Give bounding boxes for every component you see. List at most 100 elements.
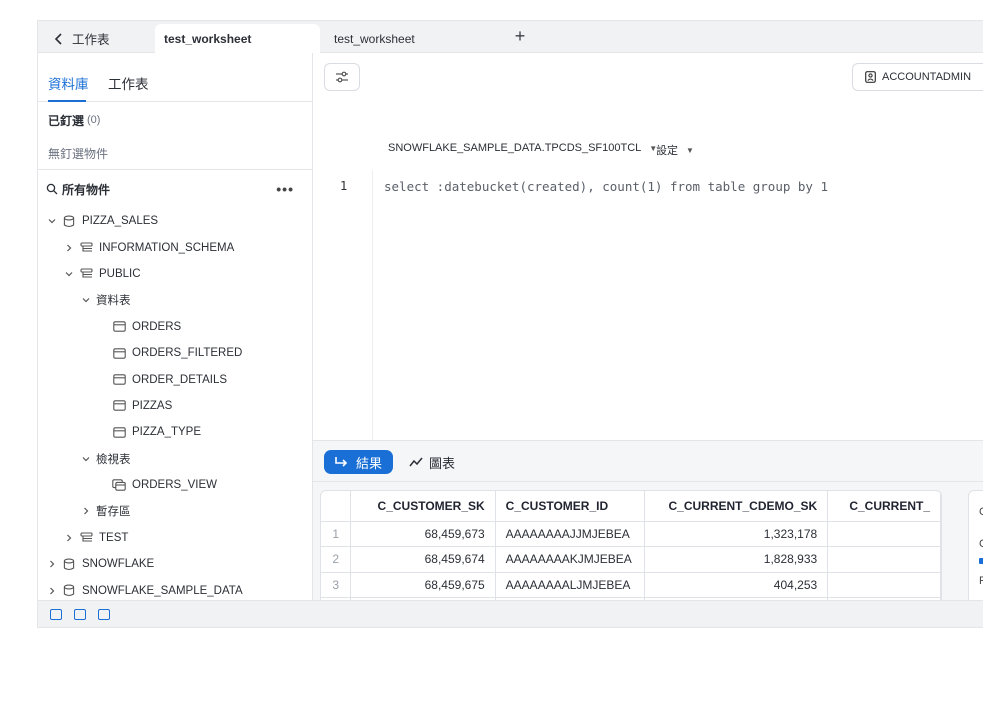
- toggle-results-icon[interactable]: [98, 609, 110, 620]
- sql-editor-panel: ACCOUNTADMIN ▼ SNOWFLAKE_SAMPLE_DATA.TPC…: [313, 53, 983, 612]
- index-column-header: [321, 491, 352, 522]
- chevron-down-icon: ▼: [686, 145, 694, 155]
- tree-item[interactable]: PIZZA_SALES: [38, 208, 312, 234]
- row-index: 3: [321, 572, 352, 598]
- row-index: 1: [321, 521, 352, 547]
- tab-worksheet-active[interactable]: test_worksheet: [155, 24, 320, 53]
- tree-item-label: SNOWFLAKE: [82, 558, 155, 571]
- pinned-count: (0): [87, 114, 101, 126]
- column-header[interactable]: C_CUSTOMER_ID: [495, 491, 645, 522]
- chart-label: 圖表: [429, 455, 456, 471]
- results-table: C_CUSTOMER_SK C_CUSTOMER_ID C_CURRENT_CD…: [321, 491, 941, 609]
- tab-bar: 工作表 test_worksheet test_worksheet +: [38, 21, 983, 53]
- table-cell[interactable]: [827, 546, 941, 573]
- row-index: 2: [321, 546, 352, 573]
- table-cell[interactable]: 1,323,178: [644, 521, 829, 547]
- settings-dropdown[interactable]: 設定 ▼: [656, 142, 694, 158]
- tree-item[interactable]: INFORMATION_SCHEMA: [38, 234, 312, 260]
- tree-item[interactable]: PIZZA_TYPE: [38, 419, 312, 445]
- table-cell[interactable]: 1,828,933: [644, 546, 829, 573]
- chevron-down-icon[interactable]: [63, 268, 75, 280]
- table-cell[interactable]: 68,459,673: [350, 521, 496, 547]
- tab-databases[interactable]: 資料庫: [48, 73, 89, 93]
- tree-item[interactable]: 暫存區: [38, 498, 312, 524]
- tree-item[interactable]: 資料表: [38, 287, 312, 313]
- chevron-down-icon[interactable]: [80, 294, 92, 306]
- tree-item-label: PIZZA_TYPE: [132, 426, 202, 439]
- column-header[interactable]: C_CURRENT_CDEMO_SK: [644, 491, 829, 522]
- table-icon: [112, 425, 126, 439]
- tab-worksheet[interactable]: test_worksheet: [325, 24, 490, 53]
- table-cell[interactable]: [827, 572, 941, 598]
- tab-worksheets[interactable]: 工作表: [108, 73, 149, 93]
- results-label: 結果: [356, 455, 383, 471]
- panel-text: C: [979, 506, 983, 518]
- back-label: 工作表: [72, 33, 110, 47]
- tree-item-label: 暫存區: [96, 506, 131, 519]
- panel-bar: [979, 558, 983, 564]
- table-cell[interactable]: AAAAAAAALJMJEBEA: [495, 572, 645, 598]
- database-context-select[interactable]: SNOWFLAKE_SAMPLE_DATA.TPCDS_SF100TCL ▼: [388, 142, 657, 154]
- tree-item-label: INFORMATION_SCHEMA: [99, 241, 235, 254]
- tree-item[interactable]: 檢視表: [38, 446, 312, 472]
- tree-item[interactable]: SNOWFLAKE: [38, 551, 312, 577]
- all-objects-label: 所有物件: [62, 182, 111, 197]
- table-cell[interactable]: AAAAAAAAJJMJEBEA: [495, 521, 645, 547]
- tree-item[interactable]: SNOWFLAKE_SAMPLE_DATA: [38, 577, 312, 601]
- table-cell[interactable]: 404,253: [644, 572, 829, 598]
- toggle-sidebar-icon[interactable]: [50, 609, 62, 620]
- table-row[interactable]: 3 68,459,675 AAAAAAAALJMJEBEA 404,253: [321, 572, 941, 598]
- all-objects-header[interactable]: 所有物件 •••: [38, 170, 312, 208]
- sql-code-line[interactable]: select :datebucket(created), count(1) fr…: [384, 179, 828, 194]
- tree-item[interactable]: ORDER_DETAILS: [38, 366, 312, 392]
- worksheet-window: 工作表 test_worksheet test_worksheet + 資料庫 …: [38, 21, 983, 627]
- table-cell[interactable]: 68,459,675: [350, 572, 496, 598]
- chevron-right-icon[interactable]: [46, 585, 58, 597]
- results-grid: C_CUSTOMER_SK C_CUSTOMER_ID C_CURRENT_CD…: [320, 490, 942, 610]
- sliders-icon: [336, 71, 348, 83]
- chevron-down-icon[interactable]: [80, 453, 92, 465]
- context-label: SNOWFLAKE_SAMPLE_DATA.TPCDS_SF100TCL: [388, 142, 642, 154]
- table-cell[interactable]: 68,459,674: [350, 546, 496, 573]
- table-row[interactable]: 1 68,459,673 AAAAAAAAJJMJEBEA 1,323,178: [321, 521, 941, 547]
- tab-label: test_worksheet: [334, 31, 415, 46]
- column-header[interactable]: C_CURRENT_: [827, 491, 941, 522]
- pinned-header: 已釘選 (0): [38, 102, 312, 138]
- more-options-icon[interactable]: •••: [276, 181, 294, 197]
- tree-item[interactable]: PUBLIC: [38, 261, 312, 287]
- column-header[interactable]: C_CUSTOMER_SK: [350, 491, 496, 522]
- tree-item[interactable]: TEST: [38, 525, 312, 551]
- table-cell[interactable]: AAAAAAAAKJMJEBEA: [495, 546, 645, 573]
- tree-item[interactable]: ORDERS: [38, 314, 312, 340]
- tree-item[interactable]: ORDERS_VIEW: [38, 472, 312, 498]
- tree-item[interactable]: ORDERS_FILTERED: [38, 340, 312, 366]
- tree-item-label: PIZZA_SALES: [82, 215, 159, 228]
- add-tab-button[interactable]: +: [511, 27, 529, 45]
- chart-button[interactable]: 圖表: [409, 450, 455, 474]
- table-row[interactable]: 2 68,459,674 AAAAAAAAKJMJEBEA 1,828,933: [321, 546, 941, 573]
- chevron-right-icon[interactable]: [80, 505, 92, 517]
- role-icon: [865, 71, 876, 83]
- tree-item-label: ORDERS_FILTERED: [132, 347, 243, 360]
- filter-settings-button[interactable]: [324, 63, 360, 91]
- results-button[interactable]: 結果: [324, 450, 394, 474]
- sidebar-tabs: 資料庫 工作表: [38, 53, 312, 102]
- chevron-down-icon[interactable]: [46, 215, 58, 227]
- view-icon: [112, 478, 126, 492]
- chevron-right-icon[interactable]: [46, 558, 58, 570]
- chevron-right-icon[interactable]: [63, 242, 75, 254]
- tree-item-label: ORDERS: [132, 320, 182, 333]
- role-selector[interactable]: ACCOUNTADMIN ▼: [852, 63, 983, 91]
- table-icon: [112, 373, 126, 387]
- line-number: 1: [340, 179, 348, 193]
- toggle-editor-icon[interactable]: [74, 609, 86, 620]
- tree-item[interactable]: PIZZAS: [38, 393, 312, 419]
- back-to-worksheets-button[interactable]: 工作表: [52, 29, 110, 48]
- chevron-right-icon[interactable]: [63, 532, 75, 544]
- table-icon: [112, 320, 126, 334]
- tree-item-label: ORDER_DETAILS: [132, 373, 228, 386]
- schema-icon: [79, 267, 93, 281]
- table-cell[interactable]: [827, 521, 941, 547]
- column-details-panel: C C F C: [968, 490, 983, 612]
- role-label: ACCOUNTADMIN: [882, 71, 972, 83]
